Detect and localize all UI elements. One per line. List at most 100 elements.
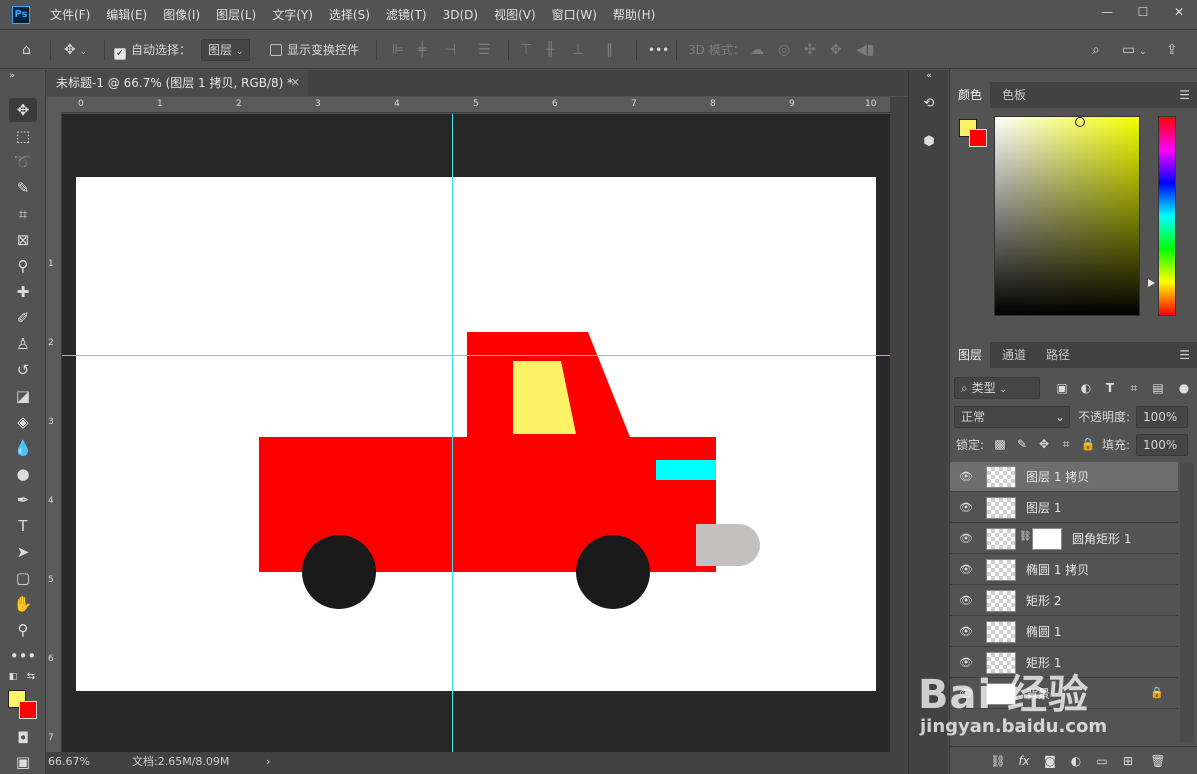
lasso-tool-icon[interactable]: ➰	[9, 150, 37, 174]
auto-select-checkbox[interactable]: ✓ 自动选择：	[114, 31, 191, 69]
collapse-toolbar-icon[interactable]: »	[6, 70, 18, 82]
home-icon[interactable]: ⌂	[22, 31, 31, 69]
distribute-icon[interactable]: ☰	[478, 31, 491, 69]
align-right-icon[interactable]: ⊣	[444, 31, 456, 69]
opacity-field[interactable]: 100%	[1136, 406, 1188, 428]
filter-toggle-icon[interactable]: ●	[1176, 381, 1192, 397]
tab-paths[interactable]: 路径	[1038, 342, 1078, 368]
menu-view[interactable]: 视图(V)	[486, 0, 544, 30]
menu-3d[interactable]: 3D(D)	[435, 0, 486, 30]
workspace-icon[interactable]: ▭ ⌄	[1122, 31, 1147, 69]
type-tool-icon[interactable]: T	[9, 514, 37, 538]
show-transform-checkbox[interactable]: 显示变换控件	[270, 31, 359, 69]
menu-filter[interactable]: 滤镜(T)	[378, 0, 435, 30]
3d-slide-icon[interactable]: ✥	[830, 31, 842, 69]
fill-field[interactable]: 100%	[1136, 434, 1188, 456]
maximize-button[interactable]: ☐	[1125, 0, 1161, 24]
adjustment-layer-icon[interactable]: ◐	[1068, 753, 1084, 769]
swap-colors-icon[interactable]: ⇆	[24, 670, 38, 684]
document-tab[interactable]: 未标题-1 @ 66.7% (图层 1 拷贝, RGB/8) * ✕	[46, 70, 308, 96]
filter-shape-icon[interactable]: ⌗	[1126, 381, 1142, 397]
default-colors-icon[interactable]: ◧	[6, 670, 20, 684]
lock-image-icon[interactable]: ✎	[1014, 437, 1030, 453]
eye-icon[interactable]: 👁	[958, 469, 974, 485]
vertical-scrollbar[interactable]	[890, 97, 908, 752]
dodge-tool-icon[interactable]: ●	[9, 462, 37, 486]
canvas[interactable]	[76, 177, 876, 691]
trash-icon[interactable]: 🗑	[1150, 753, 1166, 769]
blend-mode-dropdown[interactable]: 正常 ⌄	[954, 406, 1070, 428]
group-folder-icon[interactable]: ▭	[1094, 753, 1110, 769]
hand-tool-icon[interactable]: ✋	[9, 592, 37, 616]
move-tool-preset-icon[interactable]: ✥ ⌄	[64, 31, 87, 69]
3d-pan-icon[interactable]: ✣	[804, 31, 816, 69]
history-brush-tool-icon[interactable]: ↺	[9, 358, 37, 382]
align-bottom-icon[interactable]: ⊥	[572, 31, 584, 69]
horizontal-guide[interactable]	[62, 355, 890, 356]
link-icon[interactable]: ⛓	[1019, 531, 1032, 542]
menu-help[interactable]: 帮助(H)	[605, 0, 663, 30]
layer-row[interactable]: 👁 图层 1 拷贝	[950, 462, 1178, 492]
share-icon[interactable]: ⇪	[1166, 31, 1178, 69]
more-options-button[interactable]: •••	[648, 31, 669, 69]
tab-swatches[interactable]: 色板	[994, 82, 1034, 108]
ruler-corner[interactable]	[46, 97, 62, 113]
panel-background-swatch[interactable]	[969, 129, 987, 147]
healing-brush-tool-icon[interactable]: ✚	[9, 280, 37, 304]
eye-icon[interactable]: 👁	[958, 624, 974, 640]
eye-icon[interactable]: 👁	[958, 562, 974, 578]
minimize-button[interactable]: —	[1089, 0, 1125, 24]
tab-color[interactable]: 颜色	[950, 82, 991, 108]
new-layer-icon[interactable]: ⊞	[1120, 753, 1136, 769]
align-hcenter-icon[interactable]: ╪	[418, 31, 426, 69]
history-panel-icon[interactable]: ⟲	[919, 94, 939, 114]
menu-window[interactable]: 窗口(W)	[544, 0, 605, 30]
filter-adjustment-icon[interactable]: ◐	[1078, 381, 1094, 397]
quick-mask-icon[interactable]: ◘	[9, 726, 37, 750]
align-left-icon[interactable]: ⊫	[392, 31, 404, 69]
layer-row[interactable]: 👁 椭圆 1	[950, 617, 1178, 647]
pasteboard[interactable]	[62, 114, 890, 752]
tab-layers[interactable]: 图层	[950, 342, 991, 368]
link-layers-icon[interactable]: ⛓	[990, 753, 1006, 769]
eye-icon[interactable]: 👁	[958, 531, 974, 547]
clone-stamp-tool-icon[interactable]: ♙	[9, 332, 37, 356]
zoom-tool-icon[interactable]: ⚲	[9, 618, 37, 642]
close-button[interactable]: ✕	[1161, 0, 1197, 24]
paint-bucket-tool-icon[interactable]: ◈	[9, 410, 37, 434]
3d-roll-icon[interactable]: ◎	[778, 31, 790, 69]
brush-tool-icon[interactable]: ✐	[9, 306, 37, 330]
color-picker-marker[interactable]	[1075, 117, 1085, 127]
path-selection-tool-icon[interactable]: ➤	[9, 540, 37, 564]
3d-panel-icon[interactable]: ⬢	[919, 132, 939, 152]
hue-slider[interactable]	[1158, 116, 1176, 316]
menu-edit[interactable]: 编辑(E)	[98, 0, 155, 30]
layers-scrollbar[interactable]	[1180, 462, 1194, 742]
vertical-ruler[interactable]: 1 2 3 4 5 6 7	[46, 113, 62, 753]
hue-slider-handle[interactable]	[1148, 279, 1155, 287]
lock-artboard-icon[interactable]: ⌗	[1058, 437, 1074, 453]
lock-all-icon[interactable]: 🔒	[1080, 437, 1096, 453]
align-top-icon[interactable]: ⊤	[520, 31, 532, 69]
eraser-tool-icon[interactable]: ◪	[9, 384, 37, 408]
crop-tool-icon[interactable]: ⌗	[9, 202, 37, 226]
lock-transparent-icon[interactable]: ▩	[992, 437, 1008, 453]
layer-row[interactable]: 👁 图层 1	[950, 493, 1178, 523]
tab-channels[interactable]: 通道	[994, 342, 1034, 368]
filter-smart-object-icon[interactable]: ▤	[1150, 381, 1166, 397]
pen-tool-icon[interactable]: ✒	[9, 488, 37, 512]
eye-icon[interactable]: 👁	[958, 593, 974, 609]
eye-icon[interactable]: 👁	[958, 500, 974, 516]
3d-orbit-icon[interactable]: ☁	[750, 31, 764, 69]
zoom-level[interactable]: 66.67%	[48, 752, 90, 772]
layer-row[interactable]: 👁 ⛓ 圆角矩形 1	[950, 524, 1178, 554]
blur-tool-icon[interactable]: 💧	[9, 436, 37, 460]
layer-row[interactable]: 👁 椭圆 1 拷贝	[950, 555, 1178, 585]
menu-layer[interactable]: 图层(L)	[208, 0, 264, 30]
3d-camera-icon[interactable]: ◀▮	[856, 31, 874, 69]
panel-menu-icon[interactable]: ☰	[1179, 82, 1190, 108]
screen-mode-icon[interactable]: ▣	[9, 750, 37, 774]
quick-select-tool-icon[interactable]: ✎	[9, 176, 37, 200]
layer-filter-dropdown[interactable]: ⌕ 类型 ⌄	[954, 377, 1040, 399]
layer-row[interactable]: 👁 矩形 2	[950, 586, 1178, 616]
